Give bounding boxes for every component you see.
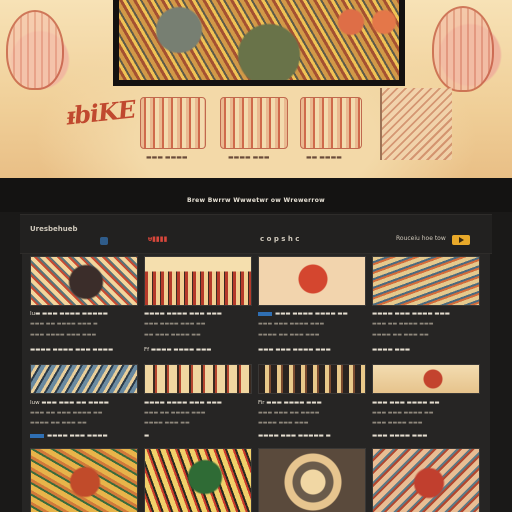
grid-column: ▬▬▬▬ ▬▬▬ ▬▬▬▬ ▬▬▬ ▬▬▬ ▬▬ ▬▬▬▬ ▬▬▬ ▬▬▬▬ ▬… — [372, 254, 484, 512]
article-title-text: ▬▬▬ ▬▬▬▬ ▬▬▬▬ ▬▬ — [275, 311, 348, 317]
article-meta: ▬▬▬ ▬▬▬ ▬▬▬▬ ▬▬ — [372, 410, 434, 416]
tag-pill[interactable] — [258, 311, 272, 316]
article-thumbnail[interactable] — [258, 364, 366, 394]
article-meta: ▬▬▬ ▬▬▬ ▬▬ ▬▬▬▬ — [258, 410, 320, 416]
article-thumbnail[interactable] — [30, 448, 138, 512]
article-title[interactable]: Fir ▬▬▬ ▬▬▬▬ ▬▬▬ — [258, 400, 366, 406]
article-title[interactable]: ▬▬▬▬ ▬▬▬ ▬▬▬▬ ▬▬▬ — [372, 311, 480, 317]
article-title[interactable]: Iuw ▬▬▬ ▬▬▬ ▬▬ ▬▬▬▬ — [30, 400, 138, 406]
article-meta: ▬▬▬▬ ▬▬ ▬▬▬ ▬▬ — [372, 332, 429, 338]
article-thumbnail[interactable] — [258, 448, 366, 512]
article-title[interactable]: Ff ▬▬▬▬ ▬▬▬▬ ▬▬▬ — [144, 347, 252, 353]
article-thumbnail[interactable] — [258, 256, 366, 306]
grid-column: ▬▬▬▬ ▬▬▬▬ ▬▬▬ ▬▬▬ ▬▬▬ ▬▬▬▬ ▬▬▬ ▬▬ ▬▬ ▬▬▬… — [144, 254, 256, 512]
article-title[interactable]: ▬▬▬ ▬▬▬ ▬▬▬▬ ▬▬▬ — [258, 347, 366, 353]
hero-feature-caption: ▬▬ ▬▬▬▬ — [306, 154, 342, 161]
article-meta: ▬▬▬ ▬▬ ▬▬▬ ▬▬▬▬ ▬▬ — [30, 410, 103, 416]
nav-item-search-label[interactable]: Rouceiu hoe tow — [396, 235, 446, 242]
article-title[interactable]: ▬▬▬▬ ▬▬▬▬ ▬▬▬ ▬▬▬ — [144, 311, 252, 317]
article-thumbnail[interactable] — [30, 364, 138, 394]
site-brand[interactable]: Uresbehueb — [30, 225, 78, 233]
article-title[interactable]: ▬▬▬▬ ▬▬▬▬ ▬▬▬ ▬▬▬ — [144, 400, 252, 406]
lantern-illustration — [6, 10, 64, 90]
article-thumbnail[interactable] — [144, 448, 252, 512]
nav-item-primary[interactable]: ᵾ▮▮▮▮ — [148, 235, 167, 243]
article-title[interactable]: ▬▬▬ ▬▬▬▬ ▬▬▬ — [372, 433, 480, 439]
article-meta: ▬▬▬▬ ▬▬ ▬▬▬ ▬▬▬ — [258, 332, 320, 338]
article-meta: ▬▬▬ ▬▬ ▬▬▬▬ ▬▬▬ — [144, 410, 206, 416]
article-thumbnail[interactable] — [372, 364, 480, 394]
article-title-text: ▬▬▬▬ ▬▬▬ ▬▬▬▬ — [47, 433, 108, 439]
section-title: Brew Bwrrw Wwwetwr ow Wrewerrow — [187, 197, 325, 204]
article-meta: ▬▬▬ ▬▬▬▬ ▬▬▬ — [372, 420, 423, 426]
article-meta: ▬▬ ▬▬▬ ▬▬▬▬ ▬▬ — [144, 332, 201, 338]
article-meta: ▬▬▬ ▬▬ ▬▬▬▬ ▬▬▬ ▬ — [30, 321, 98, 327]
grid-column: Iu▬ ▬▬▬ ▬▬▬▬ ▬▬▬▬▬ ▬▬▬ ▬▬ ▬▬▬▬ ▬▬▬ ▬ ▬▬▬… — [30, 254, 142, 512]
article-meta: ▬▬▬ ▬▬ ▬▬▬▬ ▬▬▬ — [372, 321, 434, 327]
go-button[interactable] — [452, 235, 470, 245]
article-title[interactable]: ▬▬▬▬ ▬▬▬ ▬▬▬▬ — [30, 433, 138, 439]
hero-feature-card[interactable] — [300, 97, 362, 149]
user-icon[interactable] — [100, 237, 108, 245]
toolbar: Uresbehueb ᵾ▮▮▮▮ c o p s h c Rouceiu hoe… — [20, 214, 492, 254]
article-thumbnail[interactable] — [30, 256, 138, 306]
hero-side-illustration — [380, 88, 452, 160]
hero-title: ᵻbiKE — [64, 94, 137, 131]
article-title[interactable]: Iu▬ ▬▬▬ ▬▬▬▬ ▬▬▬▬▬ — [30, 311, 138, 317]
nav-item-secondary[interactable]: c o p s h c — [260, 235, 299, 243]
hero-feature-caption: ▬▬▬▬ ▬▬▬ — [228, 154, 270, 161]
article-title[interactable]: ▬▬▬▬ ▬▬▬▬ ▬▬▬ ▬▬▬▬ — [30, 347, 138, 353]
article-thumbnail[interactable] — [372, 256, 480, 306]
hero-feature-card[interactable] — [140, 97, 206, 149]
article-meta: ▬▬▬▬ ▬▬ ▬▬▬ ▬▬ — [30, 420, 87, 426]
article-thumbnail[interactable] — [372, 448, 480, 512]
article-meta: ▬▬▬ ▬▬▬▬ ▬▬▬ ▬▬▬ — [30, 332, 97, 338]
grid-column: ▬▬▬ ▬▬▬▬ ▬▬▬▬ ▬▬ ▬▬▬ ▬▬▬ ▬▬▬▬ ▬▬▬ ▬▬▬▬ ▬… — [258, 254, 370, 512]
hero-artwork-frame[interactable] — [113, 0, 405, 86]
hero-feature-card[interactable] — [220, 97, 288, 149]
article-meta: ▬▬▬ ▬▬▬ ▬▬▬▬ ▬▬▬ — [258, 321, 325, 327]
tag-pill[interactable] — [30, 433, 44, 438]
article-meta: ▬▬▬ ▬▬▬▬ ▬▬▬ ▬▬ — [144, 321, 206, 327]
lantern-illustration — [432, 6, 494, 92]
header-band — [0, 178, 512, 212]
article-meta: ▬▬▬▬ ▬▬▬ ▬▬▬ — [258, 420, 309, 426]
content-grid: Iu▬ ▬▬▬ ▬▬▬▬ ▬▬▬▬▬ ▬▬▬ ▬▬ ▬▬▬▬ ▬▬▬ ▬ ▬▬▬… — [22, 254, 490, 512]
article-thumbnail[interactable] — [144, 256, 252, 306]
article-thumbnail[interactable] — [144, 364, 252, 394]
article-title[interactable]: ▬▬▬▬ ▬▬▬ ▬▬▬▬▬ ▬ — [258, 433, 366, 439]
article-title[interactable]: ▬ — [144, 433, 252, 439]
article-title[interactable]: ▬▬▬ ▬▬▬ ▬▬▬▬ ▬▬ — [372, 400, 480, 406]
hero-feature-caption: ▬▬▬ ▬▬▬▬ — [146, 154, 188, 161]
article-title[interactable]: ▬▬▬ ▬▬▬▬ ▬▬▬▬ ▬▬ — [258, 311, 366, 317]
article-meta: ▬▬▬▬ ▬▬▬ ▬▬ — [144, 420, 190, 426]
article-title[interactable]: ▬▬▬▬ ▬▬▬ — [372, 347, 480, 353]
hero-banner: ᵻbiKE ▬▬▬ ▬▬▬▬ ▬▬▬▬ ▬▬▬ ▬▬ ▬▬▬▬ — [0, 0, 512, 178]
